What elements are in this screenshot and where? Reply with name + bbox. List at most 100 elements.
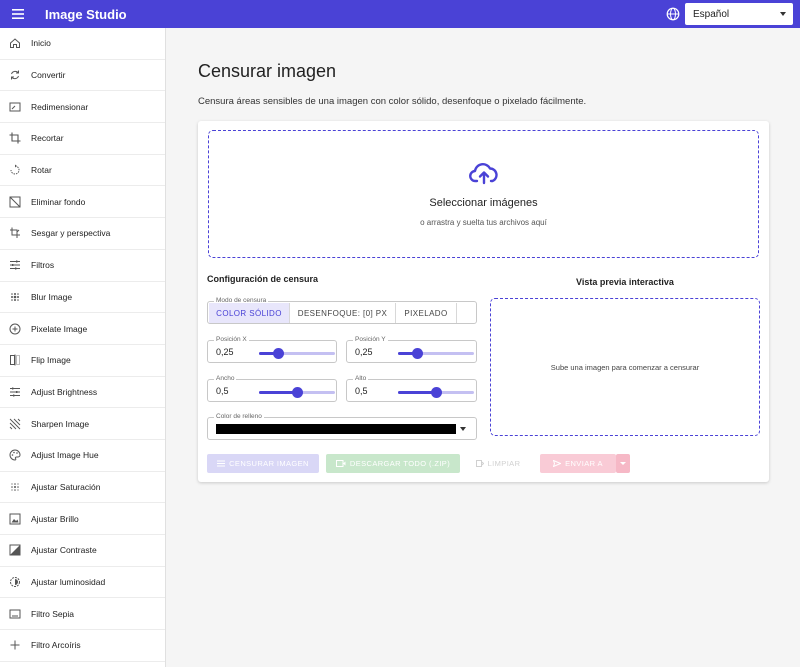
height-label: Alto bbox=[353, 375, 369, 382]
width-slider-thumb[interactable] bbox=[292, 387, 303, 398]
preview-title: Vista previa interactiva bbox=[576, 277, 674, 287]
sidebar-item-label: Flip Image bbox=[31, 355, 71, 366]
sharpen-icon bbox=[8, 417, 22, 431]
sidebar-item-eliminar-fondo[interactable]: Eliminar fondo bbox=[0, 186, 165, 219]
sidebar-item-label: Filtro Sepia bbox=[31, 608, 74, 619]
mode-blur-button[interactable]: DESENFOQUE: [0] PX bbox=[290, 303, 396, 323]
sidebar-item-pixelate-image[interactable]: Pixelate Image bbox=[0, 313, 165, 345]
brightness-image-icon bbox=[8, 512, 22, 526]
censor-image-label: CENSURAR IMAGEN bbox=[229, 459, 309, 468]
sidebar-item-label: Rotar bbox=[31, 165, 52, 176]
page-title: Censurar imagen bbox=[198, 61, 337, 81]
position-x-slider-thumb[interactable] bbox=[273, 348, 284, 359]
image-dropzone[interactable]: Seleccionar imágenes o arrastra y suelta… bbox=[208, 130, 759, 258]
fill-color-label: Color de relleno bbox=[214, 413, 264, 420]
sidebar-item-label: Sesgar y perspectiva bbox=[31, 228, 111, 239]
sidebar-item-sharpen-image[interactable]: Sharpen Image bbox=[0, 408, 165, 440]
clear-icon bbox=[475, 460, 484, 467]
censor-mode-group: Modo de censura COLOR SÓLIDO DESENFOQUE:… bbox=[207, 297, 477, 324]
sidebar-item-label: Recortar bbox=[31, 133, 64, 144]
height-value[interactable]: 0,5 bbox=[355, 386, 368, 396]
sidebar-item-ajustar-brillo[interactable]: Ajustar Brillo bbox=[0, 503, 165, 535]
cloud-upload-icon bbox=[468, 163, 498, 185]
sidebar-item-recortar[interactable]: Recortar bbox=[0, 123, 165, 155]
sidebar-item-label: Ajustar luminosidad bbox=[31, 577, 106, 588]
dropzone-subtitle: o arrastra y suelta tus archivos aquí bbox=[420, 218, 547, 227]
position-y-field: Posición Y 0,25 bbox=[346, 336, 477, 363]
brightness-icon bbox=[8, 385, 22, 399]
globe-icon[interactable] bbox=[666, 7, 680, 21]
clear-label: LIMPIAR bbox=[487, 459, 521, 468]
sidebar-item-adjust-brightness[interactable]: Adjust Brightness bbox=[0, 377, 165, 409]
download-all-button[interactable]: DESCARGAR TODO (.ZIP) bbox=[326, 454, 460, 473]
sidebar-item-redimensionar[interactable]: Redimensionar bbox=[0, 91, 165, 124]
config-title: Configuración de censura bbox=[207, 274, 319, 284]
video-icon bbox=[335, 460, 346, 467]
position-y-value[interactable]: 0,25 bbox=[355, 347, 373, 357]
width-label: Ancho bbox=[214, 375, 237, 382]
sidebar: Inicio Convertir Redimensionar Recortar … bbox=[0, 28, 166, 667]
sidebar-item-convertir[interactable]: Convertir bbox=[0, 60, 165, 92]
position-x-value[interactable]: 0,25 bbox=[216, 347, 234, 357]
sidebar-item-rotar[interactable]: Rotar bbox=[0, 155, 165, 187]
censor-image-button[interactable]: CENSURAR IMAGEN bbox=[207, 454, 319, 473]
sidebar-item-filtro-arcoiris[interactable]: Filtro Arcoíris bbox=[0, 630, 165, 662]
refresh-icon bbox=[8, 68, 22, 82]
chevron-down-icon bbox=[780, 12, 786, 16]
sidebar-item-flip-image[interactable]: Flip Image bbox=[0, 345, 165, 377]
sidebar-item-filtro-sepia[interactable]: Filtro Sepia bbox=[0, 598, 165, 631]
sidebar-item-ajustar-luminosidad[interactable]: Ajustar luminosidad bbox=[0, 567, 165, 599]
saturation-icon bbox=[8, 480, 22, 494]
home-icon bbox=[8, 36, 22, 50]
position-x-label: Posición X bbox=[214, 336, 249, 343]
sidebar-item-filtros[interactable]: Filtros bbox=[0, 250, 165, 282]
page-description: Censura áreas sensibles de una imagen co… bbox=[198, 96, 587, 107]
width-slider[interactable] bbox=[259, 387, 335, 398]
position-x-slider[interactable] bbox=[259, 348, 335, 359]
clear-button[interactable]: LIMPIAR bbox=[468, 454, 528, 473]
send-to-button[interactable]: ENVIAR A bbox=[540, 454, 616, 473]
position-y-slider-thumb[interactable] bbox=[412, 348, 423, 359]
mode-pixelate-button[interactable]: PIXELADO bbox=[396, 303, 457, 323]
sidebar-item-ajustar-contraste[interactable]: Ajustar Contraste bbox=[0, 535, 165, 567]
sidebar-item-label: Redimensionar bbox=[31, 101, 89, 112]
sidebar-item-label: Ajustar Brillo bbox=[31, 513, 79, 524]
sidebar-item-label: Filtro Arcoíris bbox=[31, 640, 81, 651]
fill-color-select[interactable]: Color de relleno bbox=[207, 413, 477, 440]
blur-icon bbox=[8, 290, 22, 304]
censor-card: Seleccionar imágenes o arrastra y suelta… bbox=[198, 121, 769, 482]
sidebar-item-sesgar[interactable]: Sesgar y perspectiva bbox=[0, 218, 165, 250]
position-x-field: Posición X 0,25 bbox=[207, 336, 337, 363]
height-slider-thumb[interactable] bbox=[431, 387, 442, 398]
height-field: Alto 0,5 bbox=[346, 375, 477, 402]
flip-icon bbox=[8, 353, 22, 367]
sidebar-item-ajustar-saturacion[interactable]: Ajustar Saturación bbox=[0, 472, 165, 504]
language-select[interactable]: Español bbox=[685, 3, 793, 25]
dropzone-title: Seleccionar imágenes bbox=[429, 197, 538, 209]
width-value[interactable]: 0,5 bbox=[216, 386, 229, 396]
menu-icon[interactable] bbox=[4, 0, 32, 28]
mode-solid-color-button[interactable]: COLOR SÓLIDO bbox=[209, 303, 290, 323]
remove-background-icon bbox=[8, 195, 22, 209]
sidebar-item-adjust-hue[interactable]: Adjust Image Hue bbox=[0, 440, 165, 472]
sidebar-item-inicio[interactable]: Inicio bbox=[0, 28, 165, 60]
resize-icon bbox=[8, 100, 22, 114]
lines-icon bbox=[217, 460, 226, 467]
position-y-slider[interactable] bbox=[398, 348, 474, 359]
sidebar-item-blur-image[interactable]: Blur Image bbox=[0, 282, 165, 314]
send-to-dropdown-button[interactable] bbox=[616, 454, 630, 473]
sidebar-item-label: Blur Image bbox=[31, 291, 73, 302]
preview-placeholder: Sube una imagen para comenzar a censurar bbox=[550, 362, 700, 372]
fill-color-swatch bbox=[216, 424, 456, 434]
plus-icon bbox=[8, 638, 22, 652]
app-bar: Image Studio Español bbox=[0, 0, 800, 28]
sidebar-item-label: Filtros bbox=[31, 260, 55, 271]
sidebar-item-label: Eliminar fondo bbox=[31, 196, 86, 207]
chevron-down-icon bbox=[620, 462, 626, 465]
app-title: Image Studio bbox=[45, 6, 127, 22]
sepia-icon bbox=[8, 607, 22, 621]
height-slider[interactable] bbox=[398, 387, 474, 398]
sidebar-item-label: Ajustar Contraste bbox=[31, 545, 97, 556]
language-select-value: Español bbox=[693, 8, 730, 20]
interactive-preview[interactable]: Sube una imagen para comenzar a censurar bbox=[490, 298, 760, 436]
